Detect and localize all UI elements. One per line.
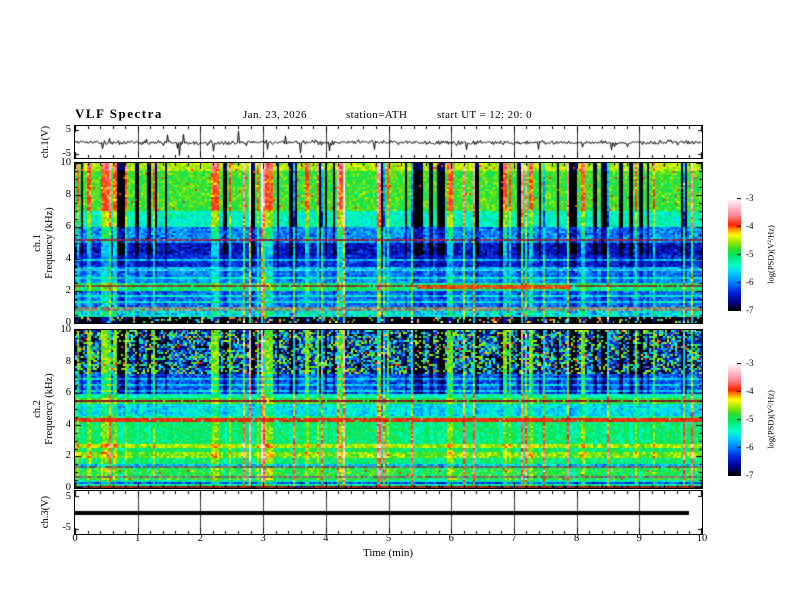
ch1-spectrogram-panel — [74, 162, 703, 324]
ch1-volt-tick-label: -5 — [62, 148, 71, 160]
ch3-voltage-axis-label: ch.3(V) — [40, 495, 51, 529]
x-tick-label: 1 — [135, 533, 141, 544]
x-tick-label: 10 — [696, 533, 708, 544]
ch2-colorbar — [728, 363, 741, 476]
ch1-freq-tick-label: 4 — [65, 253, 71, 264]
ch1-frequency-axis-label: ch.1 Frequency (kHz) — [32, 207, 55, 279]
ch1-freq-tick-label: 2 — [65, 285, 71, 296]
colorbar-tick-label: -7 — [746, 470, 754, 480]
ch2-spectrogram-panel — [74, 329, 703, 489]
colorbar2-label: log(PSD)(V²/Hz) — [765, 390, 776, 449]
colorbar-tick-label: -3 — [746, 193, 754, 203]
vlf-spectra-figure: VLF Spectra Jan. 23, 2026 station=ATH st… — [0, 0, 792, 612]
x-tick-label: 7 — [511, 533, 517, 544]
ch1-freq-tick-label: 6 — [65, 221, 71, 232]
x-tick-label: 3 — [260, 533, 266, 544]
ch2-freq-tick-label: 4 — [65, 418, 71, 430]
x-tick-label: 6 — [448, 533, 454, 544]
header-station: station=ATH — [346, 109, 408, 121]
ch1-freq-tick-label: 8 — [65, 189, 71, 200]
colorbar-tick-label: -3 — [746, 358, 754, 368]
colorbar-tick-label: -4 — [746, 221, 754, 231]
x-tick-label: 4 — [323, 533, 329, 544]
ch2-freq-tick-label: 8 — [65, 355, 71, 367]
ch2-freq-tick-label: 6 — [65, 387, 71, 399]
ch2-freq-tick-label: 2 — [65, 450, 71, 462]
colorbar1-label: log(PSD)(V²/Hz) — [765, 225, 776, 284]
ch1-colorbar — [728, 198, 741, 311]
x-tick-label: 5 — [385, 533, 392, 544]
colorbar-tick-label: -6 — [746, 442, 754, 452]
x-tick-label: 2 — [197, 533, 204, 544]
x-tick-label: 8 — [573, 533, 580, 544]
x-tick-label: 0 — [72, 533, 78, 544]
ch1-volt-tick-label: 5 — [65, 123, 71, 135]
figure-title: VLF Spectra — [75, 106, 163, 121]
colorbar-tick-label: -5 — [746, 249, 754, 259]
colorbar-tick-label: -5 — [746, 414, 754, 424]
x-tick-label: 9 — [636, 533, 642, 544]
header-start-ut: start UT = 12: 20: 0 — [437, 109, 532, 121]
ch1-voltage-panel — [74, 125, 703, 159]
header-date: Jan. 23, 2026 — [243, 109, 307, 121]
ch3-voltage-panel — [74, 490, 703, 535]
colorbar-tick-label: -7 — [746, 305, 754, 315]
ch3-volt-tick-label: -5 — [62, 521, 71, 533]
colorbar-tick-label: -6 — [746, 277, 754, 287]
ch2-freq-tick-label: 10 — [60, 324, 72, 335]
colorbar-tick-label: -4 — [746, 386, 754, 396]
ch3-volt-tick-label: 5 — [65, 491, 71, 503]
time-axis-label: Time (min) — [362, 547, 413, 559]
